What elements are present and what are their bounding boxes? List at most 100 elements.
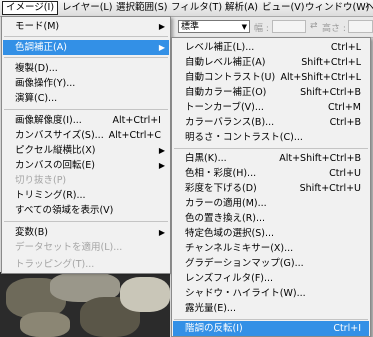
menu-item-duplicate[interactable]: 複製(D)...: [3, 61, 169, 76]
menu-item-label: シャドウ・ハイライト(W)...: [185, 288, 306, 299]
menu-item-label: カラーバランス(B)...: [185, 117, 275, 128]
menu-item-variables[interactable]: 変数(B) ▶: [3, 225, 169, 240]
menu-item-auto-levels[interactable]: 自動レベル補正(A) Shift+Ctrl+L: [173, 55, 369, 70]
menu-item-label: 切り抜き(P): [15, 175, 67, 186]
style-dropdown[interactable]: 標準 ▼: [178, 20, 250, 33]
menu-item-auto-color[interactable]: 自動カラー補正(O) Shift+Ctrl+B: [173, 85, 369, 100]
menu-item-mode[interactable]: モード(M) ▶: [3, 19, 169, 34]
menu-item-label: 彩度を下げる(D): [185, 183, 257, 194]
style-value: 標準: [181, 22, 200, 32]
menu-view[interactable]: ビュー(V): [259, 1, 307, 15]
swap-icon[interactable]: ⇄: [310, 21, 318, 31]
canvas-image-area: [20, 312, 70, 337]
menu-item-label: 自動カラー補正(O): [185, 87, 267, 98]
submenu-arrow-icon: ▶: [158, 161, 165, 170]
menu-item-curves[interactable]: トーンカーブ(V)... Ctrl+M: [173, 100, 369, 115]
menu-item-adjustments[interactable]: 色調補正(A) ▶: [3, 40, 169, 55]
menu-layer[interactable]: レイヤー(L): [59, 1, 115, 15]
menu-item-apply-image[interactable]: 画像操作(Y)...: [3, 76, 169, 91]
options-bar: 標準 ▼ 幅 : ⇄ 高さ :: [168, 17, 373, 38]
menu-item-label: カンバスサイズ(S)...: [15, 130, 104, 141]
menu-item-trim[interactable]: トリミング(R)...: [3, 188, 169, 203]
menu-item-calculations[interactable]: 演算(C)...: [3, 91, 169, 106]
menu-separator: [174, 148, 368, 149]
menu-item-levels[interactable]: レベル補正(L)... Ctrl+L: [173, 40, 369, 55]
menu-item-label: カラーの適用(M)...: [185, 198, 267, 209]
menu-item-label: すべての領域を表示(V): [15, 205, 114, 216]
menu-item-label: 画像解像度(I)...: [15, 115, 82, 126]
menu-item-shortcut: Shift+Ctrl+B: [300, 87, 361, 98]
menu-item-exposure[interactable]: 露光量(E)...: [173, 301, 369, 316]
menu-item-black-white[interactable]: 白黒(K)... Alt+Shift+Ctrl+B: [173, 151, 369, 166]
menu-item-match-color[interactable]: カラーの適用(M)...: [173, 196, 369, 211]
document-canvas[interactable]: [0, 272, 170, 337]
menu-item-label: トリミング(R)...: [15, 190, 86, 201]
menu-item-shortcut: Shift+Ctrl+U: [299, 183, 361, 194]
menu-item-label: カンバスの回転(E): [15, 160, 95, 171]
menu-item-label: ピクセル縦横比(X): [15, 145, 96, 156]
menu-item-shadow-highlight[interactable]: シャドウ・ハイライト(W)...: [173, 286, 369, 301]
menu-item-label: トラッピング(T)...: [15, 259, 95, 270]
menu-item-label: レベル補正(L)...: [185, 42, 255, 53]
menu-analysis[interactable]: 解析(A): [222, 1, 261, 15]
submenu-arrow-icon: ▶: [158, 22, 165, 31]
menu-item-desaturate[interactable]: 彩度を下げる(D) Shift+Ctrl+U: [173, 181, 369, 196]
menu-item-label: 特定色域の選択(S)...: [185, 228, 275, 239]
submenu-arrow-icon: ▶: [158, 43, 165, 52]
menu-item-shortcut: Alt+Shift+Ctrl+B: [279, 153, 361, 164]
submenu-arrow-icon: ▶: [158, 146, 165, 155]
menu-item-label: 複製(D)...: [15, 63, 58, 74]
menu-item-rotate-canvas[interactable]: カンバスの回転(E) ▶: [3, 158, 169, 173]
menu-item-pixel-aspect-ratio[interactable]: ピクセル縦横比(X) ▶: [3, 143, 169, 158]
menu-image[interactable]: イメージ(I): [2, 1, 59, 15]
menu-item-shortcut: Ctrl+B: [329, 117, 361, 128]
menu-item-label: グラデーションマップ(G)...: [185, 258, 304, 269]
menu-item-label: レンズフィルタ(F)...: [185, 273, 274, 284]
menu-item-canvas-size[interactable]: カンバスサイズ(S)... Alt+Ctrl+C: [3, 128, 169, 143]
menu-item-gradient-map[interactable]: グラデーションマップ(G)...: [173, 256, 369, 271]
chevron-down-icon: ▼: [241, 23, 247, 31]
menu-separator: [4, 221, 168, 222]
menu-item-color-balance[interactable]: カラーバランス(B)... Ctrl+B: [173, 115, 369, 130]
menu-separator: [4, 109, 168, 110]
menu-help[interactable]: ヘ: [362, 1, 373, 15]
menu-item-label: 演算(C)...: [15, 93, 58, 104]
menu-item-label: 露光量(E)...: [185, 303, 236, 314]
menu-item-photo-filter[interactable]: レンズフィルタ(F)...: [173, 271, 369, 286]
menu-item-label: 白黒(K)...: [185, 153, 227, 164]
menu-select[interactable]: 選択範囲(S): [113, 1, 170, 15]
menu-item-auto-contrast[interactable]: 自動コントラスト(U) Alt+Shift+Ctrl+L: [173, 70, 369, 85]
menu-item-label: 変数(B): [15, 227, 48, 238]
submenu-arrow-icon: ▶: [158, 228, 165, 237]
menu-item-shortcut: Shift+Ctrl+L: [301, 57, 361, 68]
menu-item-brightness-contrast[interactable]: 明るさ・コントラスト(C)...: [173, 130, 369, 145]
menu-item-replace-color[interactable]: 色の置き換え(R)...: [173, 211, 369, 226]
menu-item-label: モード(M): [15, 21, 60, 32]
menu-item-channel-mixer[interactable]: チャンネルミキサー(X)...: [173, 241, 369, 256]
menu-item-shortcut: Alt+Ctrl+I: [112, 115, 162, 126]
menu-item-label: 色相・彩度(H)...: [185, 168, 257, 179]
menu-item-crop[interactable]: 切り抜き(P): [3, 173, 169, 188]
menu-item-label: 自動レベル補正(A): [185, 57, 266, 68]
menu-separator: [4, 36, 168, 37]
menu-item-shortcut: Ctrl+U: [329, 168, 361, 179]
menu-item-image-size[interactable]: 画像解像度(I)... Alt+Ctrl+I: [3, 113, 169, 128]
menu-item-label: 色調補正(A): [15, 42, 67, 53]
menu-item-apply-data-set[interactable]: データセットを適用(L)...: [3, 240, 169, 255]
menu-item-selective-color[interactable]: 特定色域の選択(S)...: [173, 226, 369, 241]
height-field[interactable]: [348, 20, 373, 33]
adjustments-submenu: レベル補正(L)... Ctrl+L 自動レベル補正(A) Shift+Ctrl…: [171, 37, 371, 337]
menu-item-invert[interactable]: 階調の反転(I) Ctrl+I: [173, 321, 369, 336]
menu-item-shortcut: Alt+Shift+Ctrl+L: [280, 72, 361, 83]
width-field[interactable]: [272, 20, 306, 33]
height-label: 高さ :: [322, 24, 346, 34]
menu-item-label: 明るさ・コントラスト(C)...: [185, 132, 303, 143]
menu-item-reveal-all[interactable]: すべての領域を表示(V): [3, 203, 169, 218]
menu-item-trapping[interactable]: トラッピング(T)...: [3, 257, 169, 272]
menu-item-label: チャンネルミキサー(X)...: [185, 243, 294, 254]
menu-item-shortcut: Ctrl+L: [330, 42, 361, 53]
menu-item-hue-saturation[interactable]: 色相・彩度(H)... Ctrl+U: [173, 166, 369, 181]
menu-item-label: 色の置き換え(R)...: [185, 213, 266, 224]
menu-filter[interactable]: フィルタ(T): [168, 1, 225, 15]
width-label: 幅 :: [254, 24, 269, 34]
